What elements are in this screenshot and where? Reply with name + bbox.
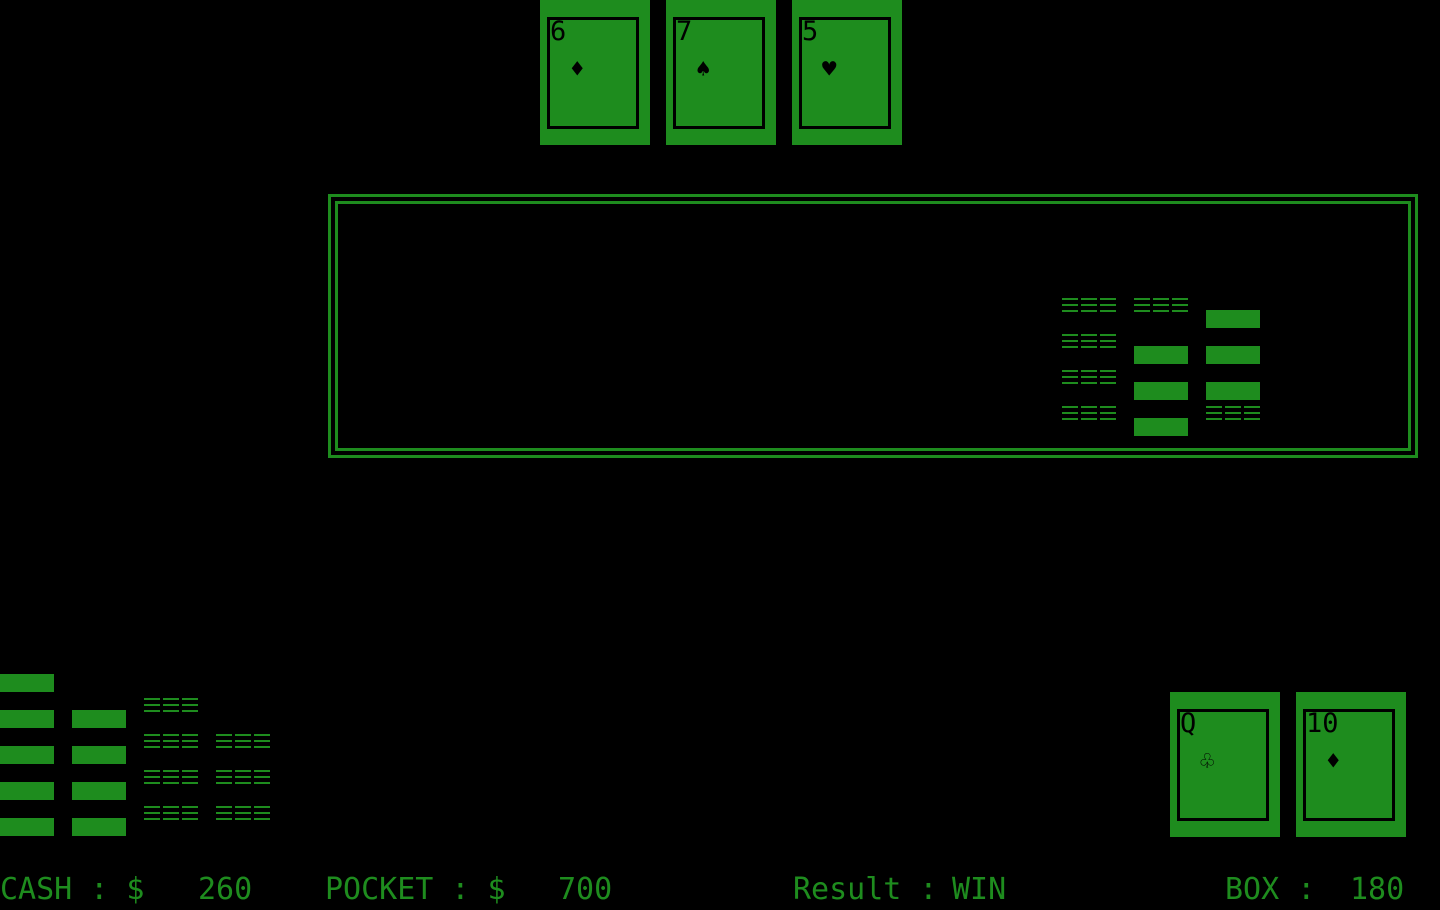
chip: [1134, 298, 1188, 316]
chip[interactable]: [144, 734, 198, 752]
card-rank: 6: [550, 16, 567, 47]
chip[interactable]: [0, 782, 54, 800]
result-value: WIN: [952, 872, 1007, 907]
chip: [1062, 298, 1116, 316]
chip: [1206, 406, 1260, 424]
pocket-value: 700: [558, 872, 613, 907]
diamond-icon: ♦: [1326, 747, 1341, 775]
player-card-1: Q ♧: [1170, 692, 1280, 837]
chip: [1206, 382, 1260, 400]
dealer-card-2: 7 ♠: [666, 0, 776, 145]
chip[interactable]: [0, 746, 54, 764]
dealer-card-1: 6 ♦: [540, 0, 650, 145]
card-rank: Q: [1180, 708, 1197, 739]
chip[interactable]: [216, 806, 270, 824]
player-card-2: 10 ♦: [1296, 692, 1406, 837]
card-rank: 7: [676, 16, 693, 47]
chip[interactable]: [72, 710, 126, 728]
cash-value: 260: [198, 872, 253, 907]
box-label: BOX :: [1225, 872, 1316, 907]
chip[interactable]: [216, 734, 270, 752]
chip[interactable]: [0, 818, 54, 836]
pocket-label: POCKET : $: [325, 872, 506, 907]
chip: [1134, 418, 1188, 436]
chip: [1134, 382, 1188, 400]
chip: [1206, 310, 1260, 328]
chip[interactable]: [72, 746, 126, 764]
club-icon: ♧: [1200, 747, 1215, 775]
chip[interactable]: [72, 782, 126, 800]
result-label: Result :: [793, 872, 938, 907]
chip[interactable]: [144, 770, 198, 788]
heart-icon: ♥: [822, 55, 837, 83]
card-rank: 10: [1306, 708, 1339, 739]
chip[interactable]: [0, 674, 54, 692]
chip: [1062, 334, 1116, 352]
chip[interactable]: [0, 710, 54, 728]
chip[interactable]: [144, 698, 198, 716]
cash-label: CASH : $: [0, 872, 145, 907]
chip[interactable]: [216, 770, 270, 788]
dealer-card-3: 5 ♥: [792, 0, 902, 145]
chip[interactable]: [144, 806, 198, 824]
chip: [1062, 406, 1116, 424]
card-rank: 5: [802, 16, 819, 47]
diamond-icon: ♦: [570, 55, 585, 83]
spade-icon: ♠: [696, 55, 711, 83]
box-value: 180: [1350, 872, 1405, 907]
chip: [1134, 346, 1188, 364]
chip: [1062, 370, 1116, 388]
chip: [1206, 346, 1260, 364]
chip[interactable]: [72, 818, 126, 836]
